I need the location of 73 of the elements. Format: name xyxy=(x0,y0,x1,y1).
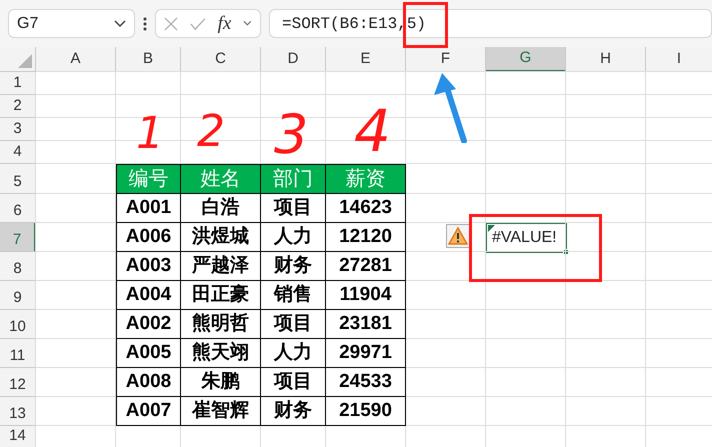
table-header-cell: 编号 xyxy=(116,164,181,194)
table-cell: 白浩 xyxy=(181,194,261,223)
table-cell: 严越泽 xyxy=(181,252,261,281)
table-cell: 财务 xyxy=(261,397,326,426)
row-header[interactable]: 12 xyxy=(0,368,36,397)
row-header[interactable]: 13 xyxy=(0,397,36,426)
table-cell: A006 xyxy=(116,223,181,252)
table-cell: 销售 xyxy=(261,281,326,310)
table-cell: 朱鹏 xyxy=(181,368,261,397)
column-header[interactable]: I xyxy=(646,47,712,72)
column-header[interactable]: D xyxy=(261,47,326,72)
table-cell: 人力 xyxy=(261,339,326,368)
table-cell: 12120 xyxy=(326,223,406,252)
table-cell: A001 xyxy=(116,194,181,223)
handwritten-number: 1 xyxy=(136,112,164,156)
table-cell: A007 xyxy=(116,397,181,426)
chevron-down-icon xyxy=(243,20,252,27)
check-icon[interactable] xyxy=(190,16,206,30)
table-cell: 21590 xyxy=(326,397,406,426)
column-header[interactable]: A xyxy=(36,47,116,72)
table-cell: 田正豪 xyxy=(181,281,261,310)
column-header[interactable]: C xyxy=(181,47,261,72)
table-cell: A004 xyxy=(116,281,181,310)
column-header[interactable]: H xyxy=(566,47,646,72)
row-header[interactable]: 8 xyxy=(0,252,36,281)
handwritten-number: 4 xyxy=(354,102,391,160)
handwritten-number: 3 xyxy=(274,108,308,162)
table-header-cell: 部门 xyxy=(261,164,326,194)
row-header[interactable]: 3 xyxy=(0,118,36,141)
row-header[interactable]: 5 xyxy=(0,164,36,194)
table-cell: 熊天翊 xyxy=(181,339,261,368)
column-header[interactable]: F xyxy=(406,47,486,72)
warning-icon xyxy=(448,227,468,245)
table-cell: 23181 xyxy=(326,310,406,339)
pointer-arrow xyxy=(432,73,468,143)
table-cell: 项目 xyxy=(261,368,326,397)
error-indicator-icon xyxy=(488,225,495,232)
column-header[interactable]: B xyxy=(116,47,181,72)
table-cell: A005 xyxy=(116,339,181,368)
more-options-icon[interactable] xyxy=(143,16,147,30)
chevron-down-icon xyxy=(114,20,126,28)
table-cell: 熊明哲 xyxy=(181,310,261,339)
row-header[interactable]: 9 xyxy=(0,281,36,310)
table-cell: 人力 xyxy=(261,223,326,252)
row-header[interactable]: 6 xyxy=(0,194,36,223)
table-cell: A002 xyxy=(116,310,181,339)
table-cell: 27281 xyxy=(326,252,406,281)
table-cell: A008 xyxy=(116,368,181,397)
row-header[interactable]: 4 xyxy=(0,141,36,164)
table-cell: 24533 xyxy=(326,368,406,397)
error-options-button[interactable] xyxy=(446,224,470,248)
table-cell: A003 xyxy=(116,252,181,281)
row-header[interactable]: 10 xyxy=(0,310,36,339)
column-header[interactable]: E xyxy=(326,47,406,72)
table-cell: 29971 xyxy=(326,339,406,368)
table-cell: 项目 xyxy=(261,310,326,339)
table-cell: 财务 xyxy=(261,252,326,281)
table-header-cell: 姓名 xyxy=(181,164,261,194)
table-cell: 14623 xyxy=(326,194,406,223)
table-cell: 洪煜城 xyxy=(181,223,261,252)
row-header[interactable]: 7 xyxy=(0,223,36,252)
name-box[interactable]: G7 xyxy=(8,9,135,38)
row-header[interactable]: 14 xyxy=(0,426,36,447)
column-header[interactable]: G xyxy=(486,47,566,72)
row-header[interactable]: 1 xyxy=(0,72,36,95)
table-cell: 项目 xyxy=(261,194,326,223)
table-header-cell: 薪资 xyxy=(326,164,406,194)
table-cell: 11904 xyxy=(326,281,406,310)
row-header[interactable]: 11 xyxy=(0,339,36,368)
insert-function-button[interactable]: fx xyxy=(218,14,232,33)
row-header[interactable]: 2 xyxy=(0,95,36,118)
table-cell: 崔智辉 xyxy=(181,397,261,426)
handwritten-number: 2 xyxy=(197,110,225,154)
